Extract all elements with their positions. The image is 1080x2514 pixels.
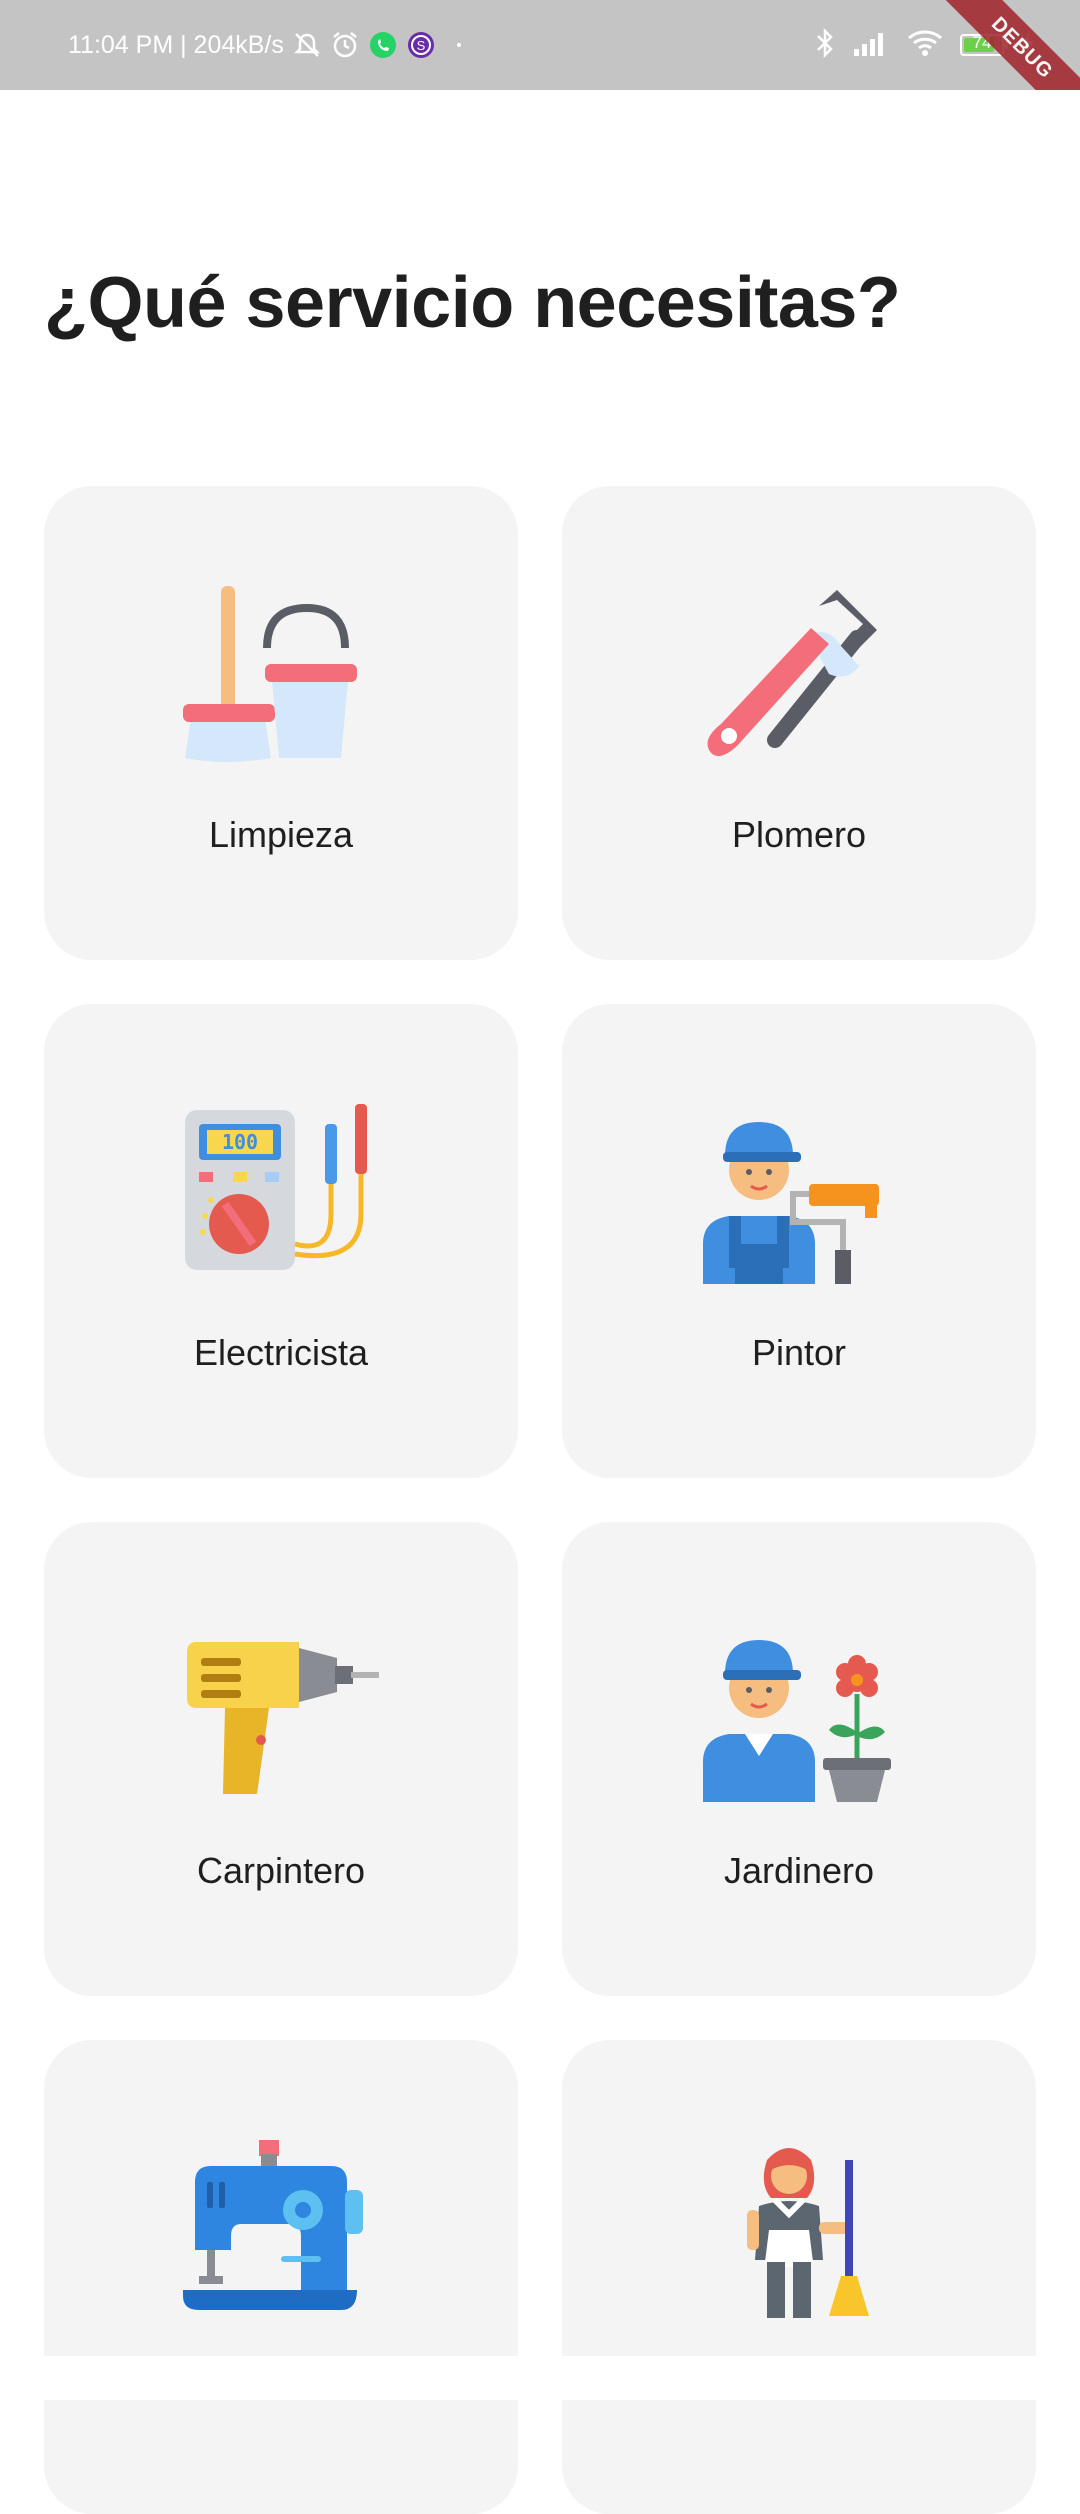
service-label: Plomero <box>731 814 867 855</box>
signal-icon <box>852 29 890 62</box>
app-s-icon: S <box>406 30 436 60</box>
service-card-sewing[interactable] <box>44 2040 518 2514</box>
wifi-icon <box>906 28 944 63</box>
service-label: Electricista <box>193 1332 369 1373</box>
svg-text:100: 100 <box>222 1130 258 1154</box>
service-card-plomero[interactable]: Plomero <box>562 486 1036 960</box>
status-bar: 11:04 PM | 204kB/s S 74 DEBUG <box>0 0 1080 90</box>
mop-bucket-icon <box>183 586 357 762</box>
alarm-icon <box>330 30 360 60</box>
service-card-electricista[interactable]: 100 Electricista <box>44 1004 518 1478</box>
svg-text:S: S <box>417 38 426 53</box>
service-card-pintor[interactable]: Pintor <box>562 1004 1036 1478</box>
multimeter-icon: 100 <box>185 1104 367 1270</box>
bluetooth-icon <box>814 27 836 64</box>
gardener-icon <box>703 1640 891 1802</box>
painter-icon <box>703 1122 879 1284</box>
service-label: Jardinero <box>723 1850 875 1891</box>
sewing-machine-icon <box>183 2140 363 2310</box>
service-label: Limpieza <box>208 814 354 855</box>
pipe-wrench-icon <box>707 590 877 757</box>
housekeeper-icon <box>747 2148 869 2318</box>
whatsapp-icon <box>368 30 398 60</box>
service-label: Pintor <box>751 1332 847 1373</box>
service-card-carpintero[interactable]: Carpintero <box>44 1522 518 1996</box>
status-left: 11:04 PM | 204kB/s S <box>68 0 474 90</box>
dot-icon <box>444 30 474 60</box>
drill-icon <box>187 1642 379 1794</box>
services-grid: Limpieza Plomero 100 Electricista Pintor… <box>44 486 1036 2514</box>
service-card-jardinero[interactable]: Jardinero <box>562 1522 1036 1996</box>
service-card-housekeeper[interactable] <box>562 2040 1036 2514</box>
service-card-limpieza[interactable]: Limpieza <box>44 486 518 960</box>
status-time: 11:04 PM | 204kB/s <box>68 30 284 59</box>
bottom-edge <box>0 2356 1080 2400</box>
service-label: Carpintero <box>196 1850 366 1891</box>
page-title: ¿Qué servicio necesitas? <box>44 263 901 343</box>
mute-icon <box>292 30 322 60</box>
